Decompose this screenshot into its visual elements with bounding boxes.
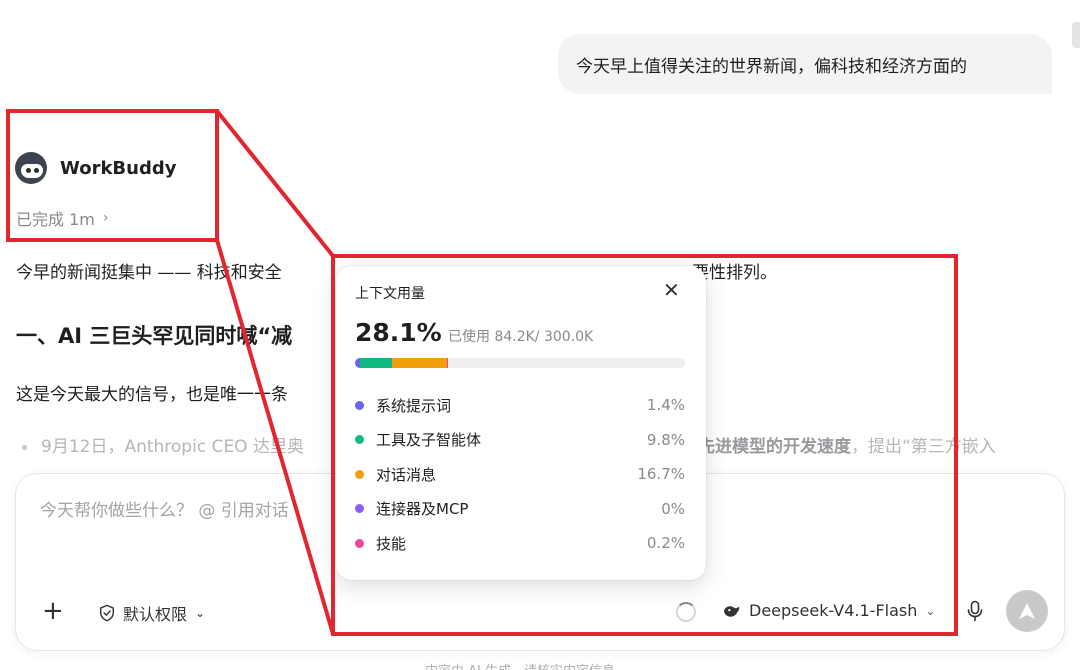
usage-item-value: 16.7%: [637, 465, 685, 484]
response-bullet-tail: 先进模型的开发速度，提出“第三方嵌入: [698, 432, 996, 457]
user-message-bubble: 今天早上值得关注的世界新闻，偏科技和经济方面的: [558, 34, 1052, 94]
usage-dot-icon: [355, 538, 364, 548]
usage-progress-bar: [355, 358, 685, 368]
response-bullet: 9月12日，Anthropic CEO 达里奥: [22, 432, 304, 457]
usage-item-value: 0.2%: [646, 534, 685, 553]
usage-dot-icon: [355, 435, 364, 445]
usage-item-label: 工具及子智能体: [376, 431, 482, 450]
usage-item-label: 系统提示词: [376, 396, 452, 415]
usage-item-label: 连接器及MCP: [376, 500, 469, 519]
bullet-dot-icon: [22, 444, 27, 450]
assistant-header: WorkBuddy: [15, 152, 176, 184]
permission-label: 默认权限: [123, 605, 188, 624]
chevron-right-icon: ›: [102, 210, 109, 226]
usage-item: 对话消息 16.7%: [355, 457, 685, 492]
chevron-down-icon: ⌄: [925, 603, 936, 618]
usage-percent: 28.1%: [355, 318, 442, 347]
usage-item-value: 1.4%: [646, 396, 685, 415]
usage-bar-segment: [359, 358, 392, 368]
chevron-down-icon: ⌄: [195, 606, 206, 620]
response-bullet-bold: 先进模型的开发速度: [698, 437, 851, 457]
highlight-connector-line: [215, 109, 335, 258]
usage-detail: 已使用 84.2K/ 300.0K: [448, 329, 594, 345]
usage-item: 工具及子智能体 9.8%: [355, 423, 685, 458]
context-usage-popover: 上下文用量 ✕ 28.1% 已使用 84.2K/ 300.0K 系统提示词 1.…: [336, 266, 706, 580]
usage-item-label: 技能: [376, 534, 407, 553]
assistant-name: WorkBuddy: [60, 157, 177, 179]
usage-dot-icon: [355, 400, 364, 410]
composer-input[interactable]: 今天帮你做些什么？ @ 引用对话: [40, 496, 289, 521]
response-paragraph: 这是今天最大的信号，也是唯一一条: [16, 385, 288, 405]
usage-item-value: 9.8%: [646, 430, 685, 449]
response-bullet-text: 9月12日，Anthropic CEO 达里奥: [41, 437, 304, 457]
usage-dot-icon: [355, 469, 364, 479]
response-intro: 今早的新闻挺集中 —— 科技和安全: [16, 263, 282, 283]
response-bullet-tail-text: ，提出“第三方嵌入: [851, 437, 996, 457]
close-icon[interactable]: ✕: [663, 280, 680, 300]
ai-disclaimer: 内容由 AI 生成，请核实内容信息: [425, 660, 615, 670]
model-selector[interactable]: Deepseek-V4.1-Flash ⌄: [722, 601, 935, 620]
window-edge-control[interactable]: [1072, 22, 1080, 48]
shield-check-icon: [99, 604, 115, 622]
popover-title: 上下文用量: [355, 286, 425, 302]
loading-spinner-icon[interactable]: [676, 602, 696, 622]
assistant-avatar-icon: [15, 152, 47, 184]
usage-dot-icon: [355, 504, 364, 514]
usage-bar-segment: [391, 358, 448, 368]
usage-item: 连接器及MCP 0%: [355, 492, 685, 527]
completion-status-text: 已完成 1m: [16, 210, 95, 229]
usage-item: 技能 0.2%: [355, 526, 685, 561]
send-arrow-icon: [1019, 603, 1035, 619]
response-heading: 一、AI 三巨头罕见同时喊“减: [16, 324, 293, 348]
usage-bar-segment: [447, 358, 448, 368]
permission-selector[interactable]: 默认权限 ⌄: [98, 601, 205, 625]
usage-breakdown-list: 系统提示词 1.4% 工具及子智能体 9.8% 对话消息 16.7% 连接器及M…: [355, 388, 685, 561]
deepseek-whale-icon: [724, 605, 740, 617]
usage-item: 系统提示词 1.4%: [355, 388, 685, 423]
model-label: Deepseek-V4.1-Flash: [749, 601, 918, 620]
add-attachment-button[interactable]: +: [42, 598, 64, 624]
completion-status[interactable]: 已完成 1m ›: [16, 206, 108, 230]
usage-item-label: 对话消息: [376, 465, 437, 484]
user-message-text: 今天早上值得关注的世界新闻，偏科技和经济方面的: [576, 56, 967, 77]
microphone-icon[interactable]: [966, 600, 984, 622]
chat-page: 今天早上值得关注的世界新闻，偏科技和经济方面的 WorkBuddy 已完成 1m…: [0, 0, 1080, 670]
send-button[interactable]: [1006, 590, 1048, 632]
usage-item-value: 0%: [661, 499, 685, 518]
